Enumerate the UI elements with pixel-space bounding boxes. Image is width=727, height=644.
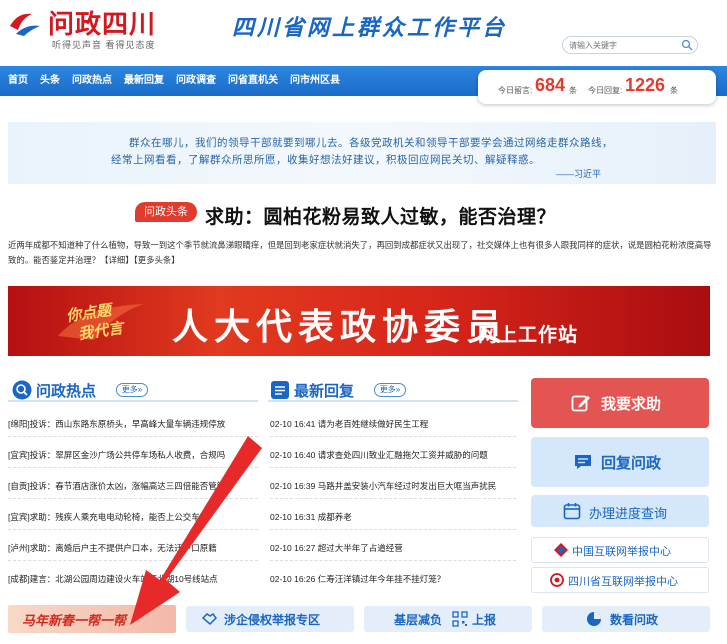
- list-divider: [8, 467, 258, 468]
- china-report-center-link[interactable]: 中国互联网举报中心: [531, 537, 709, 563]
- nav-latest-replies[interactable]: 最新回复: [124, 66, 164, 96]
- nav-provincial-agencies[interactable]: 问省直机关: [228, 66, 278, 96]
- hot-item-5[interactable]: [泸州]求助：离婚后户主不提供户口本，无法迁户口原籍: [8, 542, 240, 554]
- hot-topics-header: 问政热点 更多»: [12, 378, 252, 402]
- hot-item-4[interactable]: [宜宾]求助：残疾人乘充电电动轮椅，能否上公交车？: [8, 511, 240, 523]
- list-divider: [270, 529, 516, 530]
- reply-inquiry-button[interactable]: 回复问政: [531, 437, 709, 487]
- hot-search-icon: [12, 380, 32, 400]
- hot-item-1[interactable]: [绵阳]投诉：西山东路东原桥头，早高峰大量车辆违规停放: [8, 418, 240, 430]
- list-divider: [270, 467, 516, 468]
- nav-surveys[interactable]: 问政调查: [176, 66, 216, 96]
- today-replies-count: 1226: [625, 75, 666, 95]
- headline-title[interactable]: 求助：圆柏花粉易致人过敏，能否治理？: [205, 202, 556, 229]
- site-slogan: 四川省网上群众工作平台: [232, 15, 508, 41]
- logo-mark-icon: [10, 13, 40, 36]
- quote-banner: 群众在哪儿，我们的领导干部就要到哪儿去。各级党政机关和领导干部要学会通过网络走群…: [8, 122, 716, 184]
- reply-item-6[interactable]: 02-10 16:26 仁寿汪洋镇过年今年挂不挂灯笼？: [270, 573, 510, 585]
- latest-replies-header: 最新回复 更多»: [270, 378, 510, 402]
- sichuan-report-center-label: 四川省互联网举报中心: [568, 576, 678, 588]
- list-divider: [270, 436, 516, 437]
- enterprise-infringement-report-card[interactable]: 涉企侵权举报专区: [186, 606, 354, 632]
- list-divider: [8, 529, 258, 530]
- banner-subtitle: 网上工作站: [478, 325, 579, 346]
- china-report-center-label: 中国互联网举报中心: [572, 546, 671, 558]
- headline-summary: 近两年成都不知道种了什么植物，导致一到这个季节就流鼻涕眼睛痒，但是回到老家症状就…: [8, 238, 715, 268]
- pie-chart-icon: [587, 612, 601, 626]
- daily-stats: 今日留言: 684 条 今日回复: 1226 条: [478, 70, 716, 104]
- hot-item-6[interactable]: [成都]建言：北湖公园周边建设火车站至北湖10号线站点: [8, 573, 240, 585]
- reply-item-4[interactable]: 02-10 16:31 成都养老: [270, 511, 510, 523]
- reply-item-1[interactable]: 02-10 16:41 请为老百姓继续做好民生工程: [270, 418, 510, 430]
- ask-for-help-button[interactable]: 我要求助: [531, 378, 709, 428]
- handshake-icon: [202, 612, 217, 626]
- latest-replies-divider: [268, 400, 518, 402]
- chat-icon: [575, 455, 591, 469]
- list-divider: [270, 560, 516, 561]
- today-replies-unit: 条: [670, 86, 678, 95]
- hot-item-2[interactable]: [宜宾]投诉：翠屏区金沙广场公共停车场私人收费，合规吗: [8, 449, 240, 461]
- page: 问政四川 听得见声音 看得见态度 四川省网上群众工作平台 首页 头条 问政热点 …: [0, 0, 727, 644]
- grassroots-burden-suffix: 上报: [472, 613, 497, 627]
- hot-topics-divider: [8, 400, 258, 402]
- data-inquiry-card[interactable]: 数看问政: [542, 606, 710, 632]
- more-headlines-link[interactable]: 【更多头条】: [134, 255, 180, 265]
- site-header: 问政四川 听得见声音 看得见态度 四川省网上群众工作平台: [0, 0, 727, 66]
- today-messages-label: 今日留言:: [498, 86, 533, 95]
- detail-link[interactable]: 【详细】: [100, 255, 134, 265]
- reply-list-icon: [271, 381, 289, 399]
- quote-line-1: 群众在哪儿，我们的领导干部就要到哪儿去。各级党政机关和领导干部要学会通过网络走群…: [129, 137, 613, 149]
- nav-headlines[interactable]: 头条: [40, 66, 60, 96]
- today-replies-label: 今日回复:: [588, 86, 623, 95]
- search-icon[interactable]: [681, 39, 693, 51]
- search-input[interactable]: [569, 38, 677, 52]
- list-divider: [8, 498, 258, 499]
- sichuan-report-icon: [550, 573, 564, 587]
- search-box: [562, 36, 698, 54]
- deputies-banner[interactable]: 你点题 我代言 人大代表政协委员 网上工作站: [8, 286, 710, 356]
- calendar-icon: [563, 503, 581, 520]
- sichuan-report-center-link[interactable]: 四川省互联网举报中心: [531, 567, 709, 593]
- spring-festival-promo[interactable]: 马年新春一帮一帮: [8, 605, 176, 633]
- reply-item-2[interactable]: 02-10 16:40 请求查处四川致业汇融拖欠工资并威胁的问题: [270, 449, 510, 461]
- report-center-icon: [554, 543, 568, 557]
- logo-title: 问政四川: [48, 10, 157, 40]
- list-divider: [8, 436, 258, 437]
- list-divider: [8, 560, 258, 561]
- banner-title: 人大代表政协委员: [172, 306, 509, 348]
- ask-for-help-label: 我要求助: [601, 396, 662, 413]
- nav-home[interactable]: 首页: [8, 66, 28, 96]
- hot-topics-more-button[interactable]: 更多»: [116, 383, 148, 397]
- enterprise-infringement-label: 涉企侵权举报专区: [224, 613, 321, 627]
- latest-replies-more-button[interactable]: 更多»: [374, 383, 406, 397]
- progress-query-button[interactable]: 办理进度查询: [531, 495, 709, 527]
- data-inquiry-label: 数看问政: [610, 613, 659, 627]
- grassroots-burden-report-card[interactable]: 基层减负 上报: [364, 606, 532, 632]
- hot-item-3[interactable]: [自贡]投诉：春节酒店涨价太凶，涨幅高达三四倍能否管管: [8, 480, 240, 492]
- hot-topics-title: 问政热点: [36, 383, 97, 400]
- nav-cities-counties[interactable]: 问市州区县: [290, 66, 340, 96]
- quote-line-2: 经常上网看看，了解群众所思所愿，收集好想法好建议，积极回应网民关切、解疑释惑。: [111, 154, 540, 166]
- today-messages-unit: 条: [569, 86, 577, 95]
- reply-inquiry-label: 回复问政: [601, 455, 662, 472]
- progress-query-label: 办理进度查询: [589, 506, 668, 521]
- reply-item-3[interactable]: 02-10 16:39 马路井盖安装小汽车经过时发出巨大哐当声扰民: [270, 480, 510, 492]
- latest-replies-title: 最新回复: [294, 383, 355, 400]
- quote-author: ——习近平: [556, 169, 602, 179]
- edit-icon: [571, 395, 590, 412]
- headline-badge: 问政头条: [135, 202, 197, 222]
- nav-hot-topics[interactable]: 问政热点: [72, 66, 112, 96]
- promo-text: 马年新春一帮一帮: [22, 613, 127, 628]
- qr-code-icon: [452, 611, 468, 627]
- site-logo[interactable]: 问政四川 听得见声音 看得见态度: [8, 4, 188, 52]
- grassroots-burden-label: 基层减负: [394, 613, 443, 627]
- today-messages-count: 684: [535, 75, 566, 95]
- list-divider: [270, 498, 516, 499]
- logo-subtitle: 听得见声音 看得见态度: [52, 40, 156, 50]
- reply-item-5[interactable]: 02-10 16:27 超过大半年了占道经营: [270, 542, 510, 554]
